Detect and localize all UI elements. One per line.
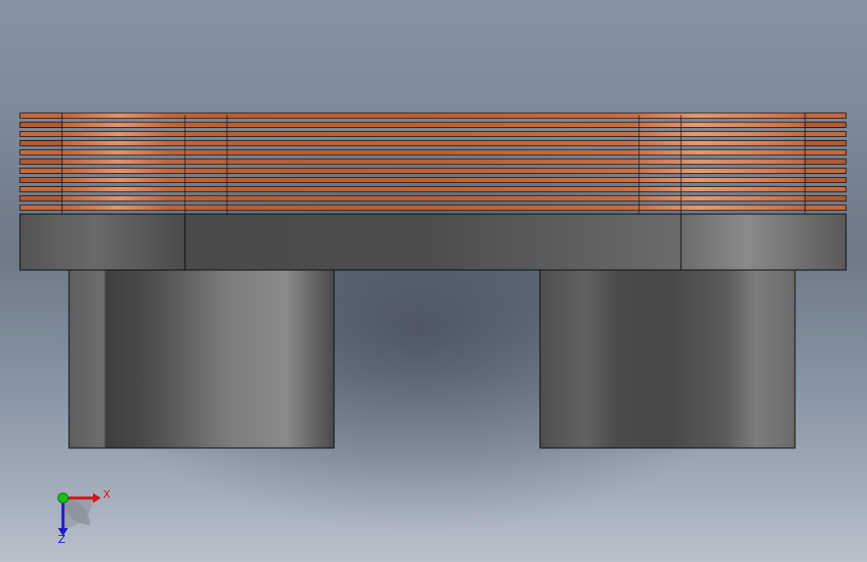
x-axis-label: X <box>103 488 111 501</box>
z-axis-label: Z <box>58 533 66 546</box>
y-axis-dot-icon <box>57 492 69 504</box>
coordinate-triad: X Z <box>57 488 111 546</box>
graphics-viewport[interactable]: X Z <box>0 0 867 562</box>
